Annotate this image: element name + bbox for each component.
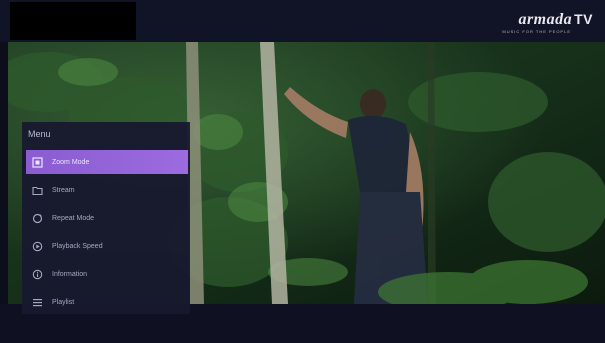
options-menu: Menu Zoom Mode Stream Repeat Mode Playba… (22, 122, 190, 314)
menu-item-playlist[interactable]: Playlist (26, 290, 188, 314)
info-icon (31, 268, 43, 280)
menu-item-label: Information (52, 270, 88, 278)
armada-tv-logo: armada TV (518, 11, 593, 31)
zoom-icon (31, 156, 43, 168)
menu-item-label: Zoom Mode (52, 158, 90, 166)
top-bar: armada TV MUSIC FOR THE PEOPLE (0, 0, 605, 42)
app-screen: armada TV MUSIC FOR THE PEOPLE Menu Zoom… (0, 0, 605, 343)
menu-item-label: Playlist (52, 298, 75, 306)
menu-item-playback-speed[interactable]: Playback Speed (26, 234, 188, 258)
menu-item-label: Stream (52, 186, 75, 194)
menu-title: Menu (28, 129, 51, 139)
logo-tagline: MUSIC FOR THE PEOPLE (502, 29, 571, 34)
menu-item-repeat-mode[interactable]: Repeat Mode (26, 206, 188, 230)
menu-item-label: Repeat Mode (52, 214, 95, 222)
logo-text: armada (518, 11, 573, 28)
channel-title-block (10, 2, 136, 40)
menu-item-stream[interactable]: Stream (26, 178, 188, 202)
menu-item-information[interactable]: Information (26, 262, 188, 286)
repeat-icon (31, 212, 43, 224)
playlist-icon (31, 296, 43, 308)
folder-icon (31, 184, 43, 196)
logo-suffix: TV (574, 11, 593, 27)
menu-item-label: Playback Speed (52, 242, 103, 250)
speed-icon (31, 240, 43, 252)
menu-item-zoom-mode[interactable]: Zoom Mode (26, 150, 188, 174)
